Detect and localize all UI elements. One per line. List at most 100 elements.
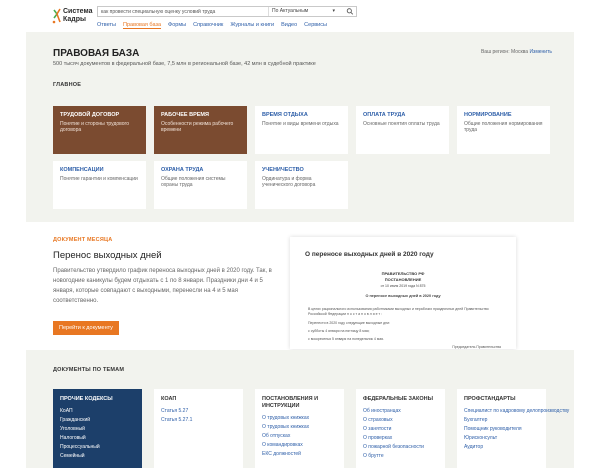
legal-base-section: ПРАВОВАЯ БАЗА 500 тысяч документов в фед… (26, 32, 574, 222)
topic-column: ПОСТАНОВЛЕНИЯ И ИНСТРУКЦИИ О трудовых кни… (255, 389, 344, 468)
nav-item[interactable]: Сервисы (304, 21, 327, 29)
logo-line2: Кадры (63, 15, 86, 23)
topic-card-title: РАБОЧЕЕ ВРЕМЯ (161, 112, 209, 118)
logo-icon (52, 8, 61, 24)
topic-link[interactable]: КоАП (60, 407, 135, 416)
topic-column-title[interactable]: ПОСТАНОВЛЕНИЯ И ИНСТРУКЦИИ (262, 396, 337, 410)
search-box: По Актуальным ▾ (97, 6, 357, 17)
header: Система Кадры По Актуальным ▾ Ответы Прав… (0, 0, 600, 30)
doc-preview-title: О переносе выходных дней в 2020 году (305, 251, 434, 258)
topic-card-desc: Понятие и стороны трудового договора (60, 121, 130, 133)
topic-link[interactable]: Семейный (60, 452, 135, 461)
topic-card[interactable]: КОМПЕНСАЦИИ Понятие гарантии и компенсаци… (53, 161, 146, 209)
topic-card-desc: Понятие и виды времени отдыха (262, 121, 339, 127)
topic-card-desc: Особенности режима рабочего времени (161, 121, 234, 133)
topic-card-title: УЧЕНИЧЕСТВО (262, 167, 304, 173)
topic-card-title: КОМПЕНСАЦИИ (60, 167, 104, 173)
topic-card[interactable]: ТРУДОВОЙ ДОГОВОР Понятие и стороны трудов… (53, 106, 146, 154)
topic-card[interactable]: РАБОЧЕЕ ВРЕМЯ Особенности режима рабочего… (154, 106, 247, 154)
topic-card-desc: Ординатура и форма ученического договора (262, 176, 316, 188)
logo[interactable]: Система Кадры (52, 7, 102, 25)
doc-preview-subject: О переносе выходных дней в 2020 году (365, 294, 441, 298)
topic-card-desc: Общие положения нормирования труда (464, 121, 543, 133)
search-input[interactable] (101, 7, 266, 16)
topic-link[interactable]: Специалист по кадровому делопроизводству (464, 407, 569, 416)
doc-preview-line: В целях рационального использования рабо… (308, 307, 489, 316)
topic-link[interactable]: О брутте (363, 452, 438, 461)
region-label: Ваш регион: Москва (480, 49, 529, 55)
logo-line1: Система (63, 8, 93, 15)
topic-link[interactable]: О трудовых книжках (262, 423, 337, 432)
topic-column: ФЕДЕРАЛЬНЫЕ ЗАКОНЫ Об иностранцах О страхо… (356, 389, 445, 468)
topic-card-desc: Понятие гарантии и компенсации (60, 176, 138, 182)
nav-item[interactable]: Правовая база (123, 21, 162, 29)
page-title: ПРАВОВАЯ БАЗА (53, 48, 140, 59)
topic-link[interactable]: Об отпусках (262, 432, 337, 441)
topic-column-title[interactable]: ФЕДЕРАЛЬНЫЕ ЗАКОНЫ (363, 396, 438, 403)
topic-link[interactable]: О командировках (262, 441, 337, 450)
doc-preview-line: Перенести в 2020 году следующие выходные… (308, 321, 391, 325)
main-section-label: ГЛАВНОЕ (53, 82, 82, 88)
chevron-down-icon: ▾ (332, 8, 335, 14)
search-scope-select[interactable]: По Актуальным ▾ (268, 7, 338, 16)
document-preview[interactable]: О переносе выходных дней в 2020 году ПРА… (290, 237, 516, 349)
topic-link[interactable]: О пожарной безопасности (363, 443, 438, 452)
doc-preview-line: с воскресенья 5 января на понедельник 4 … (308, 337, 385, 341)
main-nav: Ответы Правовая база Формы Справочник Журнал… (97, 21, 327, 29)
doc-month-text: Правительство утвердило график переноса … (53, 268, 272, 304)
topic-card-title: ВРЕМЯ ОТДЫХА (262, 112, 308, 118)
topic-card[interactable]: ОПЛАТА ТРУДА Основные понятия оплаты труд… (356, 106, 449, 154)
topic-link[interactable]: ЕКС должностей (262, 450, 337, 459)
topic-card-title: ТРУДОВОЙ ДОГОВОР (60, 112, 120, 118)
topic-link[interactable]: О страховых (363, 416, 438, 425)
page-subtitle: 500 тысяч документов в федеральной базе,… (53, 61, 316, 67)
topic-column: КОАП Статья 5.27 Статья 5.27.1 (154, 389, 243, 468)
topic-card-desc: Общие положения системы охраны труда (161, 176, 226, 188)
topic-card-desc: Основные понятия оплаты труда (363, 121, 440, 127)
doc-preview-line: с субботы 4 января на пятницу 8 мая; (308, 329, 370, 333)
region-info: Ваш регион: Москва Изменить (481, 49, 552, 55)
topic-link[interactable]: Бухгалтер (464, 416, 539, 425)
nav-item[interactable]: Журналы и книги (230, 21, 274, 29)
topic-card-title: НОРМИРОВАНИЕ (464, 112, 512, 118)
nav-item[interactable]: Ответы (97, 21, 116, 29)
search-scope-label: По Актуальным (272, 8, 309, 14)
topic-card[interactable]: НОРМИРОВАНИЕ Общие положения нормирования… (457, 106, 550, 154)
topic-column: ПРОЧИЕ КОДЕКСЫ КоАП Гражданский Уголовный На… (53, 389, 142, 468)
doc-month-label: ДОКУМЕНТ МЕСЯЦА (53, 237, 113, 243)
topic-link[interactable]: О проверках (363, 434, 438, 443)
search-icon[interactable] (346, 8, 354, 15)
nav-item[interactable]: Справочник (193, 21, 223, 29)
topic-card-title: ОПЛАТА ТРУДА (363, 112, 406, 118)
topic-link[interactable]: Статья 5.27.1 (161, 416, 236, 425)
nav-item[interactable]: Видео (281, 21, 297, 29)
topic-link[interactable]: Об иностранцах (363, 407, 438, 416)
topic-link[interactable]: О трудовых книжках (262, 414, 337, 423)
nav-item[interactable]: Формы (168, 21, 186, 29)
topic-link[interactable]: Аудитор (464, 443, 539, 452)
topic-link[interactable]: Статья 5.27 (161, 407, 236, 416)
documents-by-topic-section: ДОКУМЕНТЫ ПО ТЕМАМ ПРОЧИЕ КОДЕКСЫ КоАП Гра… (26, 350, 574, 468)
topic-link[interactable]: Уголовный (60, 425, 135, 434)
topic-column-title[interactable]: КОАП (161, 396, 236, 403)
topic-column-title[interactable]: ПРОФСТАНДАРТЫ (464, 396, 539, 403)
doc-preview-signature: Председатель Правительства (452, 345, 501, 349)
topic-link[interactable]: Процессуальный (60, 443, 135, 452)
topic-link[interactable]: Налоговый (60, 434, 135, 443)
topic-column-title[interactable]: ПРОЧИЕ КОДЕКСЫ (60, 396, 135, 403)
go-to-document-button[interactable]: Перейти к документу (53, 321, 119, 335)
change-region-link[interactable]: Изменить (529, 49, 552, 55)
doc-month-title: Перенос выходных дней (53, 250, 162, 261)
topic-column: ПРОФСТАНДАРТЫ Специалист по кадровому дел… (457, 389, 569, 468)
topic-card[interactable]: ОХРАНА ТРУДА Общие положения системы охра… (154, 161, 247, 209)
topic-link[interactable]: О занятости (363, 425, 438, 434)
doc-preview-kind: ПОСТАНОВЛЕНИЕ (384, 277, 422, 282)
topic-link[interactable]: Помощник руководителя (464, 425, 539, 434)
topic-link[interactable]: Гражданский (60, 416, 135, 425)
topics-label: ДОКУМЕНТЫ ПО ТЕМАМ (53, 367, 125, 373)
topic-card[interactable]: УЧЕНИЧЕСТВО Ординатура и форма ученическо… (255, 161, 348, 209)
doc-preview-org: ПРАВИТЕЛЬСТВО РФ (381, 271, 425, 276)
topic-card-title: ОХРАНА ТРУДА (161, 167, 204, 173)
topic-link[interactable]: Юрисконсульт (464, 434, 539, 443)
topic-card[interactable]: ВРЕМЯ ОТДЫХА Понятие и виды времени отдых… (255, 106, 348, 154)
